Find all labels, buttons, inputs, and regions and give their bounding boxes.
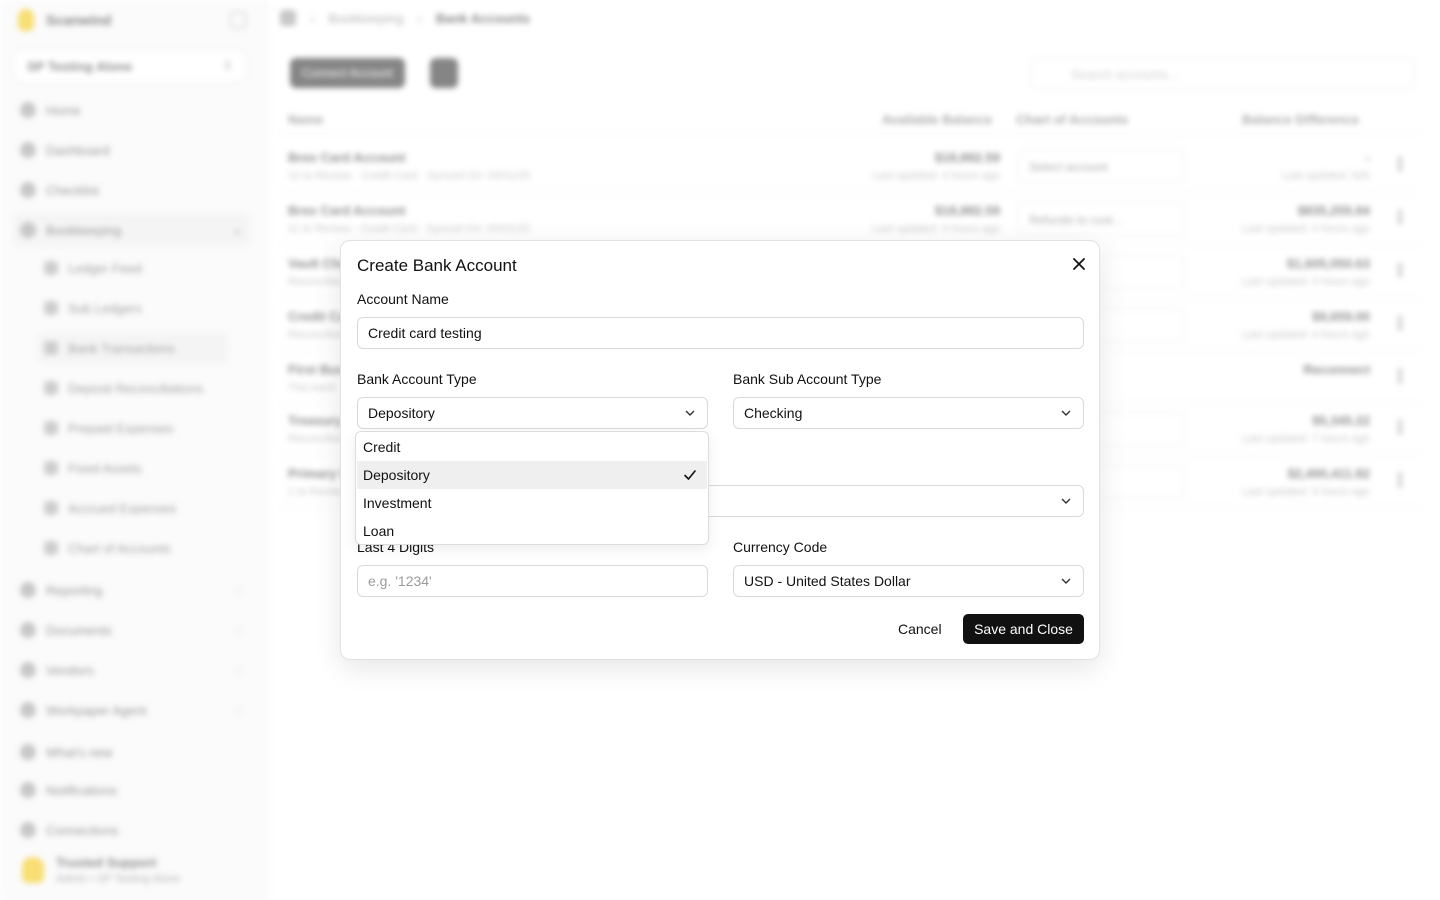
close-icon[interactable] bbox=[1070, 255, 1088, 273]
account-name-input[interactable] bbox=[368, 325, 1073, 341]
bank-account-type-dropdown: Credit Depository Investment Loan bbox=[355, 431, 709, 545]
currency-code-select[interactable]: USD - United States Dollar bbox=[733, 565, 1084, 597]
option-label: Depository bbox=[363, 467, 430, 483]
account-name-field[interactable] bbox=[357, 317, 1084, 349]
option-label: Investment bbox=[363, 495, 432, 511]
last-4-digits-input[interactable] bbox=[368, 573, 697, 589]
option-label: Credit bbox=[363, 439, 401, 455]
bank-sub-account-type-select[interactable]: Checking bbox=[733, 397, 1084, 429]
dropdown-option-credit[interactable]: Credit bbox=[357, 433, 707, 461]
dropdown-option-loan[interactable]: Loan bbox=[357, 517, 707, 545]
dialog-title: Create Bank Account bbox=[357, 256, 517, 275]
bank-sub-account-type-value: Checking bbox=[744, 405, 803, 421]
save-and-close-button[interactable]: Save and Close bbox=[963, 614, 1084, 644]
chevron-down-icon bbox=[683, 406, 697, 420]
bank-account-type-label: Bank Account Type bbox=[357, 371, 477, 387]
last-4-digits-field[interactable] bbox=[357, 565, 708, 597]
bank-account-type-select[interactable]: Depository bbox=[357, 397, 708, 429]
option-label: Loan bbox=[363, 523, 395, 539]
dropdown-option-depository[interactable]: Depository bbox=[357, 461, 707, 489]
currency-code-label: Currency Code bbox=[733, 539, 828, 555]
chevron-down-icon bbox=[1059, 406, 1073, 420]
chevron-down-icon bbox=[1059, 494, 1073, 508]
bank-sub-account-type-label: Bank Sub Account Type bbox=[733, 371, 882, 387]
cancel-button[interactable]: Cancel bbox=[888, 614, 952, 644]
bank-account-type-value: Depository bbox=[368, 405, 435, 421]
account-name-label: Account Name bbox=[357, 291, 449, 307]
chevron-down-icon bbox=[1059, 574, 1073, 588]
currency-code-value: USD - United States Dollar bbox=[744, 573, 911, 589]
dropdown-option-investment[interactable]: Investment bbox=[357, 489, 707, 517]
check-icon bbox=[684, 470, 696, 480]
